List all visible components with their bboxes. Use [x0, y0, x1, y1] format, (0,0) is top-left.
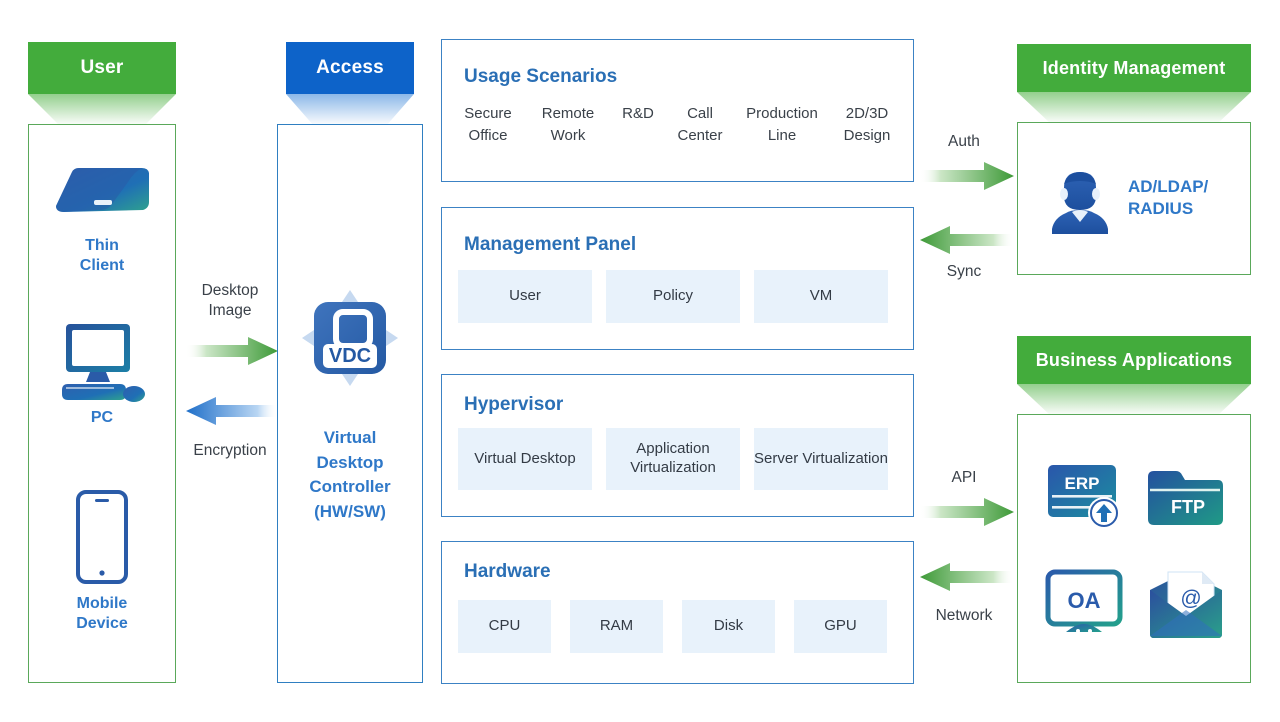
chip-hardware-gpu[interactable]: GPU: [794, 600, 887, 653]
vdc-column-label: Virtual Desktop Controller (HW/SW): [309, 428, 391, 521]
identity-column-funnel: [1017, 92, 1251, 124]
thin-client-icon: [56, 168, 149, 212]
panel-title-hypervisor: Hypervisor: [464, 394, 564, 415]
device-label-thin-client: Thin Client: [79, 237, 125, 275]
vdc-logo-icon: VDC: [302, 290, 398, 386]
scenario-production-line: Production Line: [746, 105, 818, 144]
panel-title-hardware: Hardware: [464, 561, 551, 582]
svg-text:@: @: [1180, 587, 1201, 610]
chip-hardware-ram[interactable]: RAM: [570, 600, 663, 653]
flow-arrow-api: [920, 498, 1014, 526]
panel-title-usage-scenarios: Usage Scenarios: [464, 66, 618, 87]
flow-arrow-encryption: [186, 397, 278, 425]
flow-label-encryption: Encryption: [193, 442, 267, 459]
chip-hardware-disk[interactable]: Disk: [682, 600, 775, 653]
chip-hardware-cpu[interactable]: CPU: [458, 600, 551, 653]
access-column-funnel: [286, 94, 414, 126]
ftp-folder-icon: FTP: [1148, 471, 1223, 525]
scenario-2d3d-design: 2D/3D Design: [843, 105, 891, 144]
flow-label-auth: Auth: [948, 133, 980, 150]
business-column-banner: Business Applications: [1017, 336, 1251, 384]
device-label-pc: PC: [90, 409, 114, 426]
business-column-funnel: [1017, 384, 1251, 416]
erp-upload-icon: ERP: [1048, 465, 1120, 529]
svg-text:VDC: VDC: [329, 345, 371, 367]
scenario-secure-office: Secure Office: [464, 105, 512, 144]
identity-column-banner: Identity Management: [1017, 44, 1251, 92]
flow-arrow-network: [920, 563, 1014, 591]
chip-management-user[interactable]: User: [458, 270, 592, 323]
access-column-body: [277, 124, 423, 683]
scenario-rd: R&D: [622, 105, 654, 122]
business-column-body: [1017, 414, 1251, 683]
chip-hypervisor-virtual-desktop[interactable]: Virtual Desktop: [458, 428, 592, 490]
flow-arrow-sync: [920, 226, 1014, 254]
access-column-banner: Access: [286, 42, 414, 94]
chip-hypervisor-server-virtualization[interactable]: Server Virtualization: [754, 428, 888, 490]
svg-text:FTP: FTP: [1171, 497, 1205, 517]
mobile-phone-icon: [76, 490, 128, 584]
user-avatar-icon: [1052, 172, 1108, 234]
flow-label-network: Network: [935, 607, 993, 624]
email-envelope-icon: @: [1150, 571, 1222, 638]
user-column-funnel: [28, 94, 176, 126]
flow-arrow-auth: [920, 162, 1014, 190]
scenario-call-center: Call Center: [677, 105, 723, 144]
flow-label-api: API: [951, 469, 977, 486]
desktop-pc-icon: [62, 324, 145, 402]
flow-label-desktop-image: Desktop Image: [201, 282, 259, 320]
diagram-canvas: User Thin Client PC Mobile Device Deskto…: [0, 0, 1280, 722]
oa-monitor-icon: OA: [1045, 569, 1123, 633]
svg-text:OA: OA: [1068, 588, 1101, 613]
chip-management-vm[interactable]: VM: [754, 270, 888, 323]
chip-hypervisor-application-virtualization[interactable]: Application Virtualization: [606, 428, 740, 490]
chip-management-policy[interactable]: Policy: [606, 270, 740, 323]
svg-text:ERP: ERP: [1065, 474, 1100, 493]
scenario-remote-work: Remote Work: [541, 105, 595, 144]
identity-label: AD/LDAP/ RADIUS: [1128, 177, 1209, 219]
panel-title-management: Management Panel: [464, 234, 637, 255]
user-column-banner: User: [28, 42, 176, 94]
device-label-mobile: Mobile Device: [76, 595, 128, 633]
flow-arrow-desktop-image: [186, 337, 278, 365]
flow-label-sync: Sync: [946, 263, 982, 280]
